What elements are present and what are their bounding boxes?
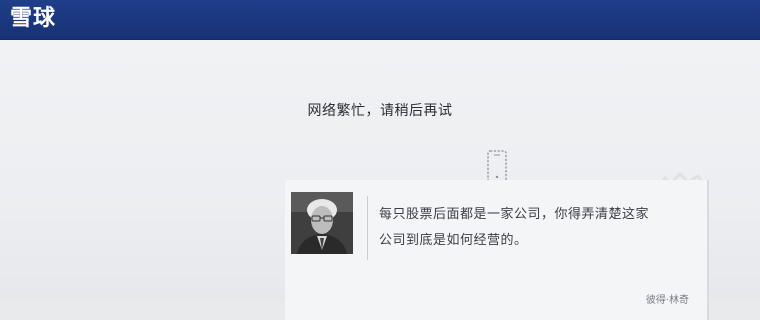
portrait-photo bbox=[291, 192, 353, 254]
main-content: 网络繁忙，请稍后再试 每只股票后面都是一家公司，你得弄清楚这家 公司到底是如何经… bbox=[0, 40, 760, 320]
top-nav-bar: 雪球 bbox=[0, 0, 760, 40]
quote-text: 每只股票后面都是一家公司，你得弄清楚这家 公司到底是如何经营的。 bbox=[379, 202, 679, 254]
quote-card: 每只股票后面都是一家公司，你得弄清楚这家 公司到底是如何经营的。 彼得·林奇 bbox=[285, 180, 709, 320]
brand-logo[interactable]: 雪球 bbox=[10, 4, 56, 34]
quote-line-2: 公司到底是如何经营的。 bbox=[379, 233, 528, 248]
quote-divider bbox=[367, 196, 368, 260]
quote-author: 彼得·林奇 bbox=[645, 295, 689, 306]
error-message: 网络繁忙，请稍后再试 bbox=[307, 103, 453, 119]
quote-line-1: 每只股票后面都是一家公司，你得弄清楚这家 bbox=[379, 207, 650, 222]
